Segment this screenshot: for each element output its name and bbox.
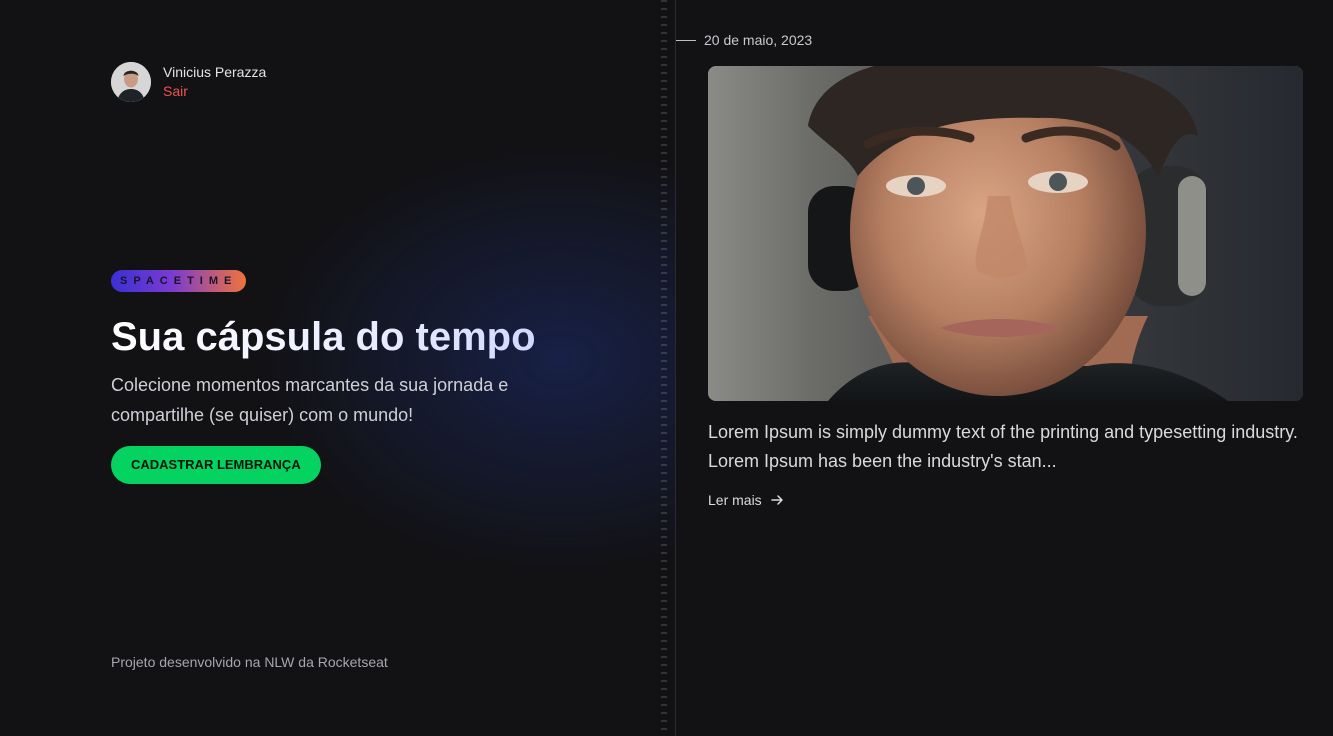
app-root: Vinicius Perazza Sair SPACETIME Sua cáps…: [0, 0, 1333, 736]
avatar[interactable]: [111, 62, 151, 102]
create-memory-button[interactable]: CADASTRAR LEMBRANÇA: [111, 446, 321, 484]
hero: SPACETIME Sua cápsula do tempo Colecione…: [111, 270, 591, 484]
memory-date: 20 de maio, 2023: [704, 32, 813, 48]
read-more-link[interactable]: Ler mais: [708, 492, 784, 508]
memory-image: [708, 66, 1303, 401]
read-more-label: Ler mais: [708, 492, 762, 508]
avatar-photo-icon: [111, 62, 151, 102]
left-panel: Vinicius Perazza Sair SPACETIME Sua cáps…: [0, 0, 676, 736]
memory-date-row: 20 de maio, 2023: [676, 32, 812, 48]
memory-excerpt: Lorem Ipsum is simply dummy text of the …: [708, 422, 1298, 471]
page-subtitle: Colecione momentos marcantes da sua jorn…: [111, 375, 509, 425]
footer-text: Projeto desenvolvido na NLW da Rocketsea…: [111, 654, 388, 670]
brand-logo: SPACETIME: [111, 270, 247, 292]
user-text: Vinicius Perazza Sair: [163, 63, 266, 101]
memory-photo-icon: [708, 66, 1303, 401]
page-title: Sua cápsula do tempo: [111, 312, 591, 362]
logout-link[interactable]: Sair: [163, 82, 266, 101]
user-name: Vinicius Perazza: [163, 64, 267, 80]
arrow-right-icon: [770, 495, 783, 505]
date-divider: [676, 39, 696, 41]
user-profile: Vinicius Perazza Sair: [111, 62, 266, 102]
timeline-stripes: [661, 0, 667, 736]
memories-panel: 20 de maio, 2023 Lorem Ipsum is simply d…: [676, 0, 1333, 736]
